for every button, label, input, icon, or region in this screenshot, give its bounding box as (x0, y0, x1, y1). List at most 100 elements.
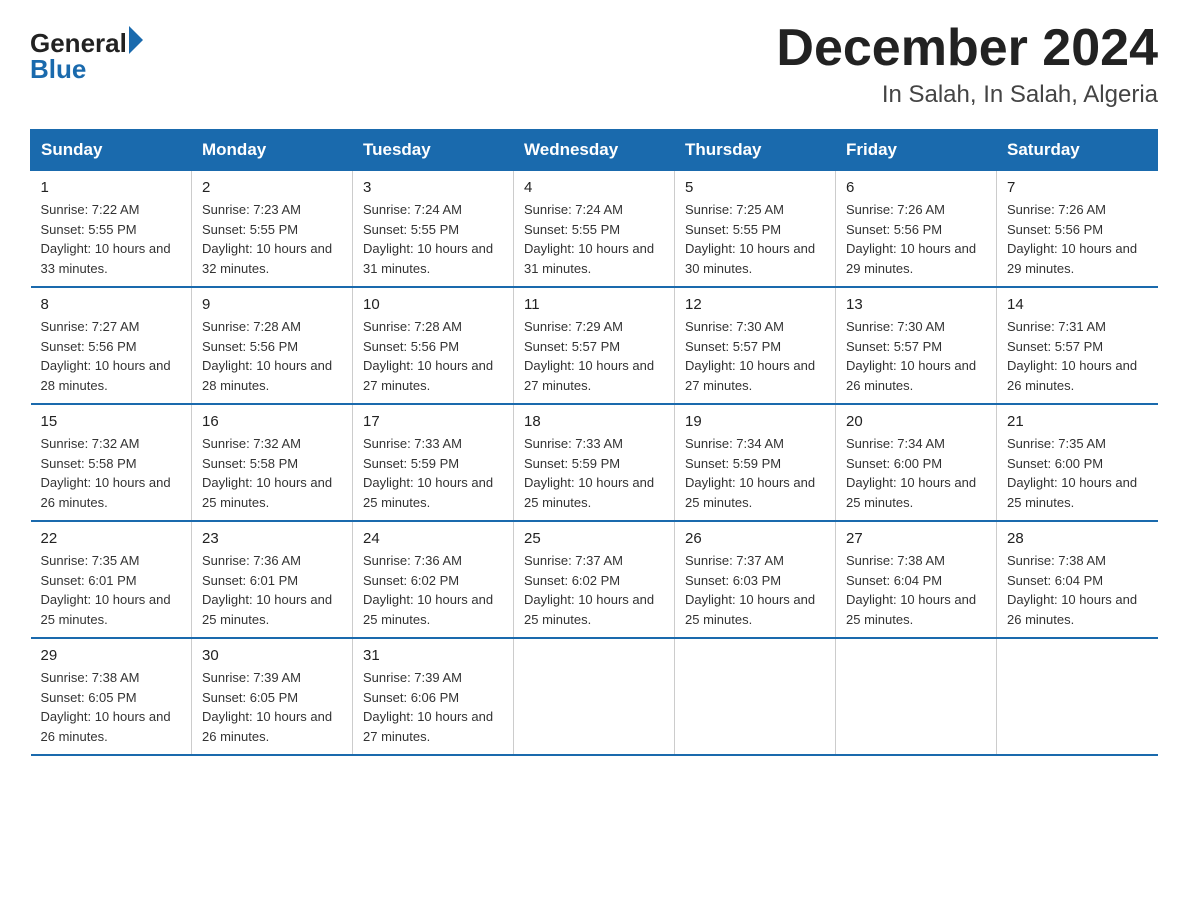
day-header-wednesday: Wednesday (514, 130, 675, 171)
day-number: 8 (41, 296, 182, 313)
logo-arrow-icon (129, 26, 143, 54)
day-number: 26 (685, 530, 825, 547)
calendar-cell: 31Sunrise: 7:39 AMSunset: 6:06 PMDayligh… (353, 638, 514, 755)
day-info: Sunrise: 7:39 AMSunset: 6:06 PMDaylight:… (363, 668, 503, 746)
day-number: 28 (1007, 530, 1148, 547)
calendar-cell: 6 Sunrise: 7:26 AMSunset: 5:56 PMDaylight… (836, 171, 997, 288)
day-info: Sunrise: 7:30 AMSunset: 5:57 PMDaylight:… (846, 317, 986, 395)
day-number: 10 (363, 296, 503, 313)
day-number: 18 (524, 413, 664, 430)
calendar-cell: 30Sunrise: 7:39 AMSunset: 6:05 PMDayligh… (192, 638, 353, 755)
calendar-cell: 14 Sunrise: 7:31 AMSunset: 5:57 PMDayligh… (997, 287, 1158, 404)
day-number: 6 (846, 179, 986, 196)
logo-general-text: General (30, 30, 127, 56)
calendar-body: 1 Sunrise: 7:22 AMSunset: 5:55 PMDaylight… (31, 171, 1158, 756)
calendar-cell: 22Sunrise: 7:35 AMSunset: 6:01 PMDayligh… (31, 521, 192, 638)
day-info: Sunrise: 7:28 AMSunset: 5:56 PMDaylight:… (363, 317, 503, 395)
day-info: Sunrise: 7:33 AMSunset: 5:59 PMDaylight:… (363, 434, 503, 512)
calendar-cell: 16Sunrise: 7:32 AMSunset: 5:58 PMDayligh… (192, 404, 353, 521)
day-info: Sunrise: 7:30 AMSunset: 5:57 PMDaylight:… (685, 317, 825, 395)
calendar-week-5: 29 Sunrise: 7:38 AMSunset: 6:05 PMDayligh… (31, 638, 1158, 755)
calendar-cell: 25 Sunrise: 7:37 AMSunset: 6:02 PMDayligh… (514, 521, 675, 638)
day-number: 4 (524, 179, 664, 196)
day-number: 22 (41, 530, 182, 547)
calendar-cell: 26 Sunrise: 7:37 AMSunset: 6:03 PMDayligh… (675, 521, 836, 638)
calendar-cell: 18Sunrise: 7:33 AMSunset: 5:59 PMDayligh… (514, 404, 675, 521)
day-info: Sunrise: 7:36 AMSunset: 6:01 PMDaylight:… (202, 551, 342, 629)
calendar-week-3: 15 Sunrise: 7:32 AMSunset: 5:58 PMDayligh… (31, 404, 1158, 521)
calendar-table: SundayMondayTuesdayWednesdayThursdayFrid… (30, 129, 1158, 756)
day-number: 2 (202, 179, 342, 196)
calendar-cell: 2 Sunrise: 7:23 AMSunset: 5:55 PMDaylight… (192, 171, 353, 288)
calendar-cell: 24Sunrise: 7:36 AMSunset: 6:02 PMDayligh… (353, 521, 514, 638)
day-info: Sunrise: 7:23 AMSunset: 5:55 PMDaylight:… (202, 200, 342, 278)
calendar-cell: 4 Sunrise: 7:24 AMSunset: 5:55 PMDaylight… (514, 171, 675, 288)
day-number: 7 (1007, 179, 1148, 196)
day-info: Sunrise: 7:27 AMSunset: 5:56 PMDaylight:… (41, 317, 182, 395)
day-number: 23 (202, 530, 342, 547)
day-number: 9 (202, 296, 342, 313)
page-header: General Blue December 2024 In Salah, In … (30, 20, 1158, 109)
day-number: 27 (846, 530, 986, 547)
day-info: Sunrise: 7:36 AMSunset: 6:02 PMDaylight:… (363, 551, 503, 629)
day-number: 11 (524, 296, 664, 313)
day-header-thursday: Thursday (675, 130, 836, 171)
day-info: Sunrise: 7:31 AMSunset: 5:57 PMDaylight:… (1007, 317, 1148, 395)
calendar-cell: 5Sunrise: 7:25 AMSunset: 5:55 PMDaylight… (675, 171, 836, 288)
day-info: Sunrise: 7:38 AMSunset: 6:05 PMDaylight:… (41, 668, 182, 746)
calendar-week-4: 22Sunrise: 7:35 AMSunset: 6:01 PMDayligh… (31, 521, 1158, 638)
day-info: Sunrise: 7:28 AMSunset: 5:56 PMDaylight:… (202, 317, 342, 395)
day-info: Sunrise: 7:37 AMSunset: 6:02 PMDaylight:… (524, 551, 664, 629)
calendar-week-2: 8 Sunrise: 7:27 AMSunset: 5:56 PMDaylight… (31, 287, 1158, 404)
calendar-cell: 12Sunrise: 7:30 AMSunset: 5:57 PMDayligh… (675, 287, 836, 404)
day-info: Sunrise: 7:35 AMSunset: 6:00 PMDaylight:… (1007, 434, 1148, 512)
day-header-friday: Friday (836, 130, 997, 171)
day-info: Sunrise: 7:26 AMSunset: 5:56 PMDaylight:… (1007, 200, 1148, 278)
calendar-cell (836, 638, 997, 755)
day-info: Sunrise: 7:32 AMSunset: 5:58 PMDaylight:… (41, 434, 182, 512)
calendar-cell (514, 638, 675, 755)
calendar-cell (675, 638, 836, 755)
day-info: Sunrise: 7:24 AMSunset: 5:55 PMDaylight:… (524, 200, 664, 278)
day-header-monday: Monday (192, 130, 353, 171)
calendar-cell: 13 Sunrise: 7:30 AMSunset: 5:57 PMDayligh… (836, 287, 997, 404)
day-info: Sunrise: 7:38 AMSunset: 6:04 PMDaylight:… (846, 551, 986, 629)
day-info: Sunrise: 7:26 AMSunset: 5:56 PMDaylight:… (846, 200, 986, 278)
day-number: 29 (41, 647, 182, 664)
calendar-cell: 1 Sunrise: 7:22 AMSunset: 5:55 PMDaylight… (31, 171, 192, 288)
day-info: Sunrise: 7:34 AMSunset: 6:00 PMDaylight:… (846, 434, 986, 512)
calendar-cell (997, 638, 1158, 755)
day-info: Sunrise: 7:38 AMSunset: 6:04 PMDaylight:… (1007, 551, 1148, 629)
calendar-cell: 20 Sunrise: 7:34 AMSunset: 6:00 PMDayligh… (836, 404, 997, 521)
calendar-cell: 27 Sunrise: 7:38 AMSunset: 6:04 PMDayligh… (836, 521, 997, 638)
day-number: 14 (1007, 296, 1148, 313)
day-number: 15 (41, 413, 182, 430)
day-number: 3 (363, 179, 503, 196)
day-info: Sunrise: 7:32 AMSunset: 5:58 PMDaylight:… (202, 434, 342, 512)
day-info: Sunrise: 7:39 AMSunset: 6:05 PMDaylight:… (202, 668, 342, 746)
calendar-header: SundayMondayTuesdayWednesdayThursdayFrid… (31, 130, 1158, 171)
day-info: Sunrise: 7:22 AMSunset: 5:55 PMDaylight:… (41, 200, 182, 278)
day-number: 1 (41, 179, 182, 196)
calendar-cell: 7 Sunrise: 7:26 AMSunset: 5:56 PMDaylight… (997, 171, 1158, 288)
day-number: 13 (846, 296, 986, 313)
day-header-saturday: Saturday (997, 130, 1158, 171)
calendar-week-1: 1 Sunrise: 7:22 AMSunset: 5:55 PMDaylight… (31, 171, 1158, 288)
logo: General Blue (30, 30, 143, 82)
day-info: Sunrise: 7:25 AMSunset: 5:55 PMDaylight:… (685, 200, 825, 278)
calendar-cell: 10 Sunrise: 7:28 AMSunset: 5:56 PMDayligh… (353, 287, 514, 404)
calendar-cell: 19Sunrise: 7:34 AMSunset: 5:59 PMDayligh… (675, 404, 836, 521)
calendar-cell: 28 Sunrise: 7:38 AMSunset: 6:04 PMDayligh… (997, 521, 1158, 638)
calendar-cell: 3Sunrise: 7:24 AMSunset: 5:55 PMDaylight… (353, 171, 514, 288)
calendar-title-block: December 2024 In Salah, In Salah, Algeri… (776, 20, 1158, 109)
day-info: Sunrise: 7:37 AMSunset: 6:03 PMDaylight:… (685, 551, 825, 629)
calendar-cell: 11Sunrise: 7:29 AMSunset: 5:57 PMDayligh… (514, 287, 675, 404)
day-header-sunday: Sunday (31, 130, 192, 171)
days-of-week-row: SundayMondayTuesdayWednesdayThursdayFrid… (31, 130, 1158, 171)
day-number: 25 (524, 530, 664, 547)
calendar-cell: 21Sunrise: 7:35 AMSunset: 6:00 PMDayligh… (997, 404, 1158, 521)
day-number: 17 (363, 413, 503, 430)
calendar-month-year: December 2024 (776, 20, 1158, 77)
day-number: 20 (846, 413, 986, 430)
day-header-tuesday: Tuesday (353, 130, 514, 171)
